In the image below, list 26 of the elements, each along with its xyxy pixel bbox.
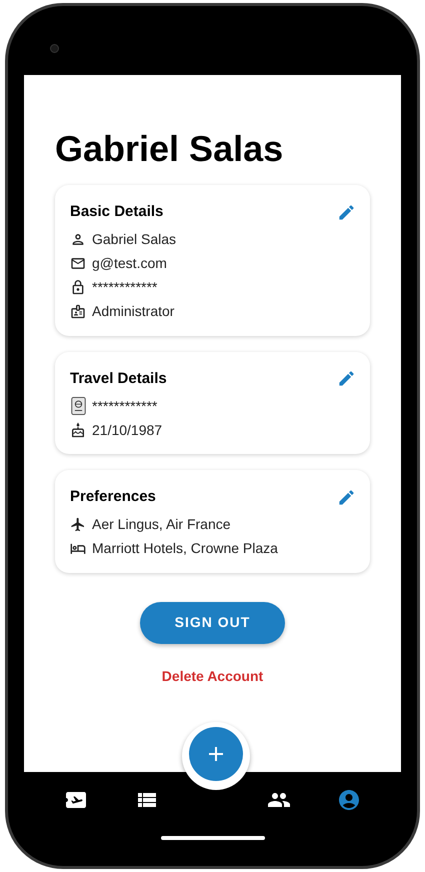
lock-icon — [70, 279, 86, 296]
card-title: Basic Details — [70, 202, 164, 222]
detail-text: Marriott Hotels, Crowne Plaza — [92, 539, 278, 558]
detail-text: Administrator — [92, 302, 174, 321]
card-title: Travel Details — [70, 368, 167, 388]
detail-text: ************ — [92, 278, 158, 297]
detail-text: g@test.com — [92, 254, 167, 273]
detail-text: ************ — [92, 396, 158, 416]
card-title: Preferences — [70, 487, 156, 507]
detail-text: Aer Lingus, Air France — [92, 515, 231, 534]
cake-icon — [70, 422, 86, 438]
person-icon — [70, 231, 86, 248]
detail-text: Gabriel Salas — [92, 230, 176, 249]
delete-account-link[interactable]: Delete Account — [162, 666, 264, 686]
badge-icon — [70, 303, 86, 320]
airplane-icon — [70, 516, 86, 533]
edit-icon[interactable] — [337, 369, 356, 388]
edit-icon[interactable] — [337, 488, 356, 507]
detail-text: 21/10/1987 — [92, 420, 162, 440]
profile-name: Gabriel Salas — [55, 127, 284, 171]
sign-out-button[interactable]: SIGN OUT — [140, 602, 285, 644]
camera-icon — [50, 44, 59, 53]
edit-icon[interactable] — [337, 202, 356, 222]
passport-icon — [70, 397, 86, 415]
envelope-icon — [70, 255, 86, 272]
account-icon[interactable] — [337, 788, 361, 812]
